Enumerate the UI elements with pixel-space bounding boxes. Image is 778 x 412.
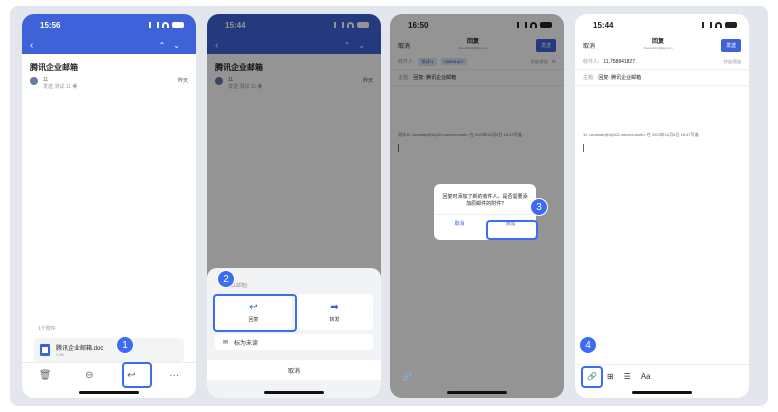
forward-label: 转发 bbox=[329, 316, 340, 323]
signal-icon bbox=[702, 22, 712, 28]
to-value: 11,758841827 bbox=[603, 58, 635, 65]
status-bar: 15:56 bbox=[22, 14, 196, 36]
signal-icon bbox=[149, 22, 159, 28]
subject-field[interactable]: 主题: 回复: 腾讯企业邮箱 bbox=[575, 70, 749, 86]
phone-reply-sheet: 15:44 ‹ ⌃⌄ 腾讯企业邮箱 11 发送 测试 11 ◉ 昨天 (11邮箱… bbox=[207, 14, 381, 398]
wifi-icon bbox=[162, 22, 169, 28]
home-indicator bbox=[264, 391, 324, 394]
text-cursor bbox=[583, 144, 584, 152]
document-icon bbox=[40, 344, 50, 356]
wifi-icon bbox=[715, 22, 722, 28]
home-indicator bbox=[447, 391, 507, 394]
format-label[interactable]: Aa bbox=[641, 372, 651, 381]
mark-unread-label: 标为未读 bbox=[234, 340, 259, 347]
quoted-text: 11 <wushan@xiy321.wecom.work> 在 2023年10月… bbox=[583, 132, 700, 137]
format-toolbar: 🔗 bbox=[390, 364, 564, 388]
step-highlight bbox=[486, 220, 538, 240]
back-icon[interactable]: ‹ bbox=[30, 40, 33, 51]
delete-icon[interactable]: 🗑 bbox=[39, 370, 52, 381]
step-badge: 3 bbox=[530, 198, 548, 216]
attachment-name: 腾讯企业邮箱.doc bbox=[56, 346, 104, 352]
forward-circle-icon[interactable]: ⊖ bbox=[85, 370, 93, 381]
list-icon[interactable]: ☰ bbox=[624, 372, 631, 381]
step-highlight bbox=[581, 366, 603, 388]
mark-unread-button[interactable]: ✉ 标为未读 bbox=[215, 334, 373, 350]
compose-account: 11sadsh123@qq.com bbox=[643, 46, 673, 50]
send-button[interactable]: 发送 bbox=[720, 38, 741, 52]
step-highlight bbox=[213, 294, 297, 332]
subject-label: 主题: bbox=[583, 75, 595, 81]
dialog-message: 回复时添加了新的收件人，是否需要添加原邮件的附件? bbox=[442, 194, 528, 207]
battery-icon bbox=[172, 22, 184, 28]
cancel-button[interactable]: 取消 bbox=[207, 360, 381, 380]
next-mail-icon[interactable]: ⌄ bbox=[173, 41, 188, 50]
status-time: 15:44 bbox=[593, 20, 614, 30]
attachment-card[interactable]: 腾讯企业邮箱.doc 1.9K bbox=[34, 338, 184, 362]
home-indicator bbox=[632, 391, 692, 394]
to-label: 收件人: bbox=[583, 59, 600, 65]
forward-icon: ➡ bbox=[330, 301, 339, 313]
step-badge: 1 bbox=[116, 336, 134, 354]
status-bar: 15:44 bbox=[575, 14, 749, 36]
compose-header: 取消 回复 11sadsh123@qq.com 发送 bbox=[575, 36, 749, 54]
dialog-cancel-button[interactable]: 取消 bbox=[434, 215, 485, 232]
mail-subject: 腾讯企业邮箱 bbox=[30, 63, 78, 72]
cancel-button[interactable]: 取消 bbox=[583, 41, 595, 50]
prev-mail-icon[interactable]: ⌃ bbox=[159, 41, 174, 50]
mail-toolbar: 🗑 ⊖ ↩ ··· bbox=[22, 362, 196, 388]
insert-icon[interactable]: ⊞ bbox=[607, 372, 614, 381]
attachment-size: 1.9K bbox=[56, 352, 65, 357]
forward-button[interactable]: ➡ 转发 bbox=[296, 294, 373, 330]
status-time: 15:56 bbox=[40, 20, 61, 30]
sender-block[interactable]: 11 发送 测试 11 ◉ 昨天 bbox=[22, 77, 196, 91]
action-sheet: (11邮箱) ↩ 回复 ➡ 转发 ✉ 标为未读 取消 bbox=[207, 268, 381, 398]
avatar bbox=[30, 77, 38, 85]
header-bar: 15:56 ‹ ⌃⌄ bbox=[22, 14, 196, 54]
sender-detail: 发送 测试 11 ◉ bbox=[43, 84, 78, 90]
mail-date: 昨天 bbox=[177, 78, 188, 84]
step-badge: 2 bbox=[217, 270, 235, 288]
step-highlight bbox=[122, 362, 152, 388]
more-icon[interactable]: ··· bbox=[169, 370, 179, 381]
mail-icon: ✉ bbox=[223, 339, 229, 346]
home-indicator bbox=[79, 391, 139, 394]
step-badge: 4 bbox=[579, 336, 597, 354]
cc-bcc-label[interactable]: 抄送/密送 bbox=[724, 59, 741, 65]
to-field[interactable]: 收件人: 11,758841827 抄送/密送 bbox=[575, 54, 749, 70]
phone-mail-detail: 15:56 ‹ ⌃⌄ 腾讯企业邮箱 11 发送 测试 11 ◉ 昨天 1个附件 … bbox=[22, 14, 196, 398]
attachment-icon[interactable]: 🔗 bbox=[402, 372, 412, 381]
tutorial-canvas: 15:56 ‹ ⌃⌄ 腾讯企业邮箱 11 发送 测试 11 ◉ 昨天 1个附件 … bbox=[10, 6, 768, 406]
phone-compose-dialog: 16:50 取消 回复 11sadsh123@qq.com 发送 收件人: 测试1… bbox=[390, 14, 564, 398]
attachment-count: 1个附件 bbox=[38, 326, 56, 332]
subject-value: 回复: 腾讯企业邮箱 bbox=[598, 75, 642, 81]
battery-icon bbox=[725, 22, 737, 28]
sender-name: 11 bbox=[43, 77, 49, 83]
phone-compose: 15:44 取消 回复 11sadsh123@qq.com 发送 收件人: 11,… bbox=[575, 14, 749, 398]
